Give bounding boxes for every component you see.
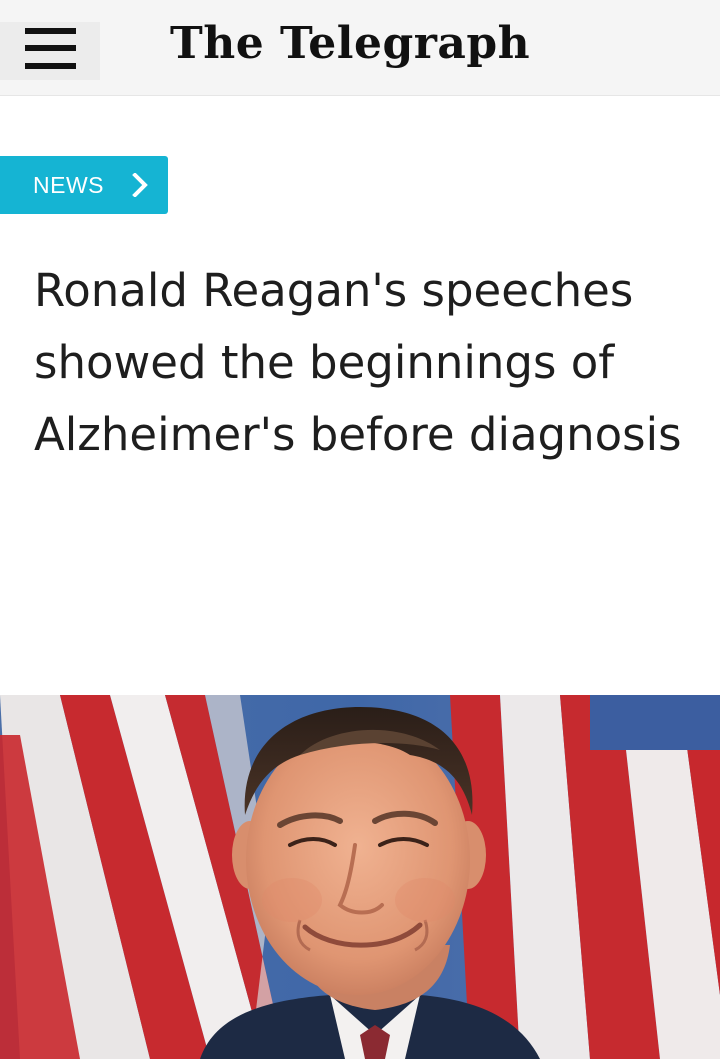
hero-photo [0, 695, 720, 1059]
menu-button[interactable] [0, 22, 100, 80]
site-header: The Telegraph [0, 0, 720, 96]
site-logo[interactable]: The Telegraph [170, 8, 540, 80]
chevron-right-icon [132, 173, 148, 197]
section-news-button[interactable]: NEWS [0, 156, 168, 214]
section-label: NEWS [33, 172, 104, 198]
article-headline: Ronald Reagan's speeches showed the begi… [34, 264, 682, 461]
